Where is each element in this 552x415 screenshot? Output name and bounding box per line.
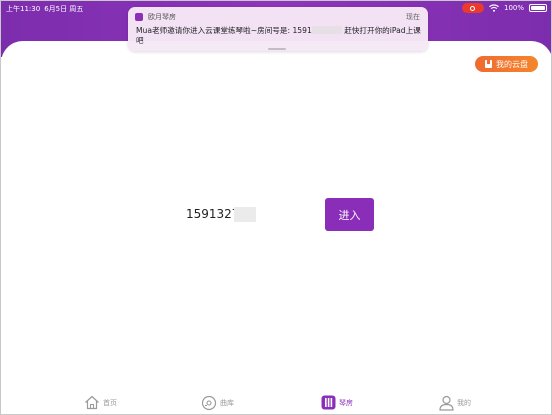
music-disc-icon	[201, 395, 217, 411]
nav-item-me[interactable]: 我的	[439, 395, 471, 411]
nav-label-library: 曲库	[220, 399, 234, 407]
battery-percentage: 100%	[503, 4, 524, 12]
cloud-disk-icon	[485, 60, 492, 68]
notification-grabber[interactable]	[268, 48, 286, 50]
status-time: 上午11:30	[6, 5, 41, 13]
room-number: 1591327	[186, 207, 240, 221]
nav-label-piano-room: 琴房	[339, 398, 353, 407]
screen-recording-indicator[interactable]	[461, 3, 484, 13]
piano-icon	[321, 395, 336, 410]
nav-item-library[interactable]: 曲库	[201, 395, 234, 411]
my-cloud-disk-button[interactable]: 我的云盘	[475, 56, 538, 72]
wifi-icon	[489, 4, 499, 12]
cloud-disk-label: 我的云盘	[496, 59, 528, 69]
notification-message: Mua老师邀请你进入云课堂练琴啦~房间号是: 1591 赶快打开你的iPad上课…	[136, 26, 422, 46]
redacted-room-number	[311, 26, 342, 34]
home-icon	[85, 395, 99, 410]
nav-item-home[interactable]: 首页	[84, 395, 117, 410]
nav-item-piano-room[interactable]: 琴房	[321, 395, 353, 410]
nav-label-home: 首页	[103, 398, 117, 407]
user-icon	[439, 395, 454, 411]
bottom-nav: 首页 曲库 琴房 我的	[1, 393, 551, 414]
record-icon	[470, 5, 476, 11]
notification-app-name: 欧月琴房	[148, 13, 176, 21]
main-content	[1, 41, 551, 414]
nav-label-me: 我的	[457, 399, 471, 407]
notification-time: 现在	[406, 13, 420, 21]
app-window: 上午11:30 6月5日 周五 100% 欧月琴房 现在 Mua老师邀请你进入云…	[0, 0, 552, 415]
status-date: 6月5日 周五	[44, 5, 84, 13]
redacted-room-digits	[234, 207, 256, 222]
battery-icon	[529, 4, 547, 12]
enter-room-button[interactable]: 进入	[325, 198, 374, 231]
notification-message-prefix: Mua老师邀请你进入云课堂练琴啦~房间号是: 1591	[136, 26, 312, 35]
notification-banner[interactable]: 欧月琴房 现在 Mua老师邀请你进入云课堂练琴啦~房间号是: 1591 赶快打开…	[128, 7, 428, 51]
enter-room-label: 进入	[338, 208, 361, 222]
app-icon	[135, 13, 143, 21]
